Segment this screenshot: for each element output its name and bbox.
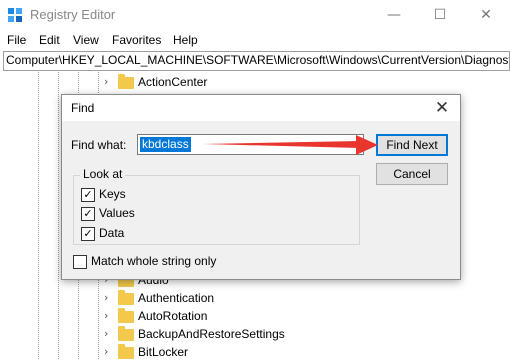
- arrow-shaft: [203, 141, 360, 148]
- arrow-head: [356, 135, 378, 155]
- annotation-arrow: [203, 135, 378, 155]
